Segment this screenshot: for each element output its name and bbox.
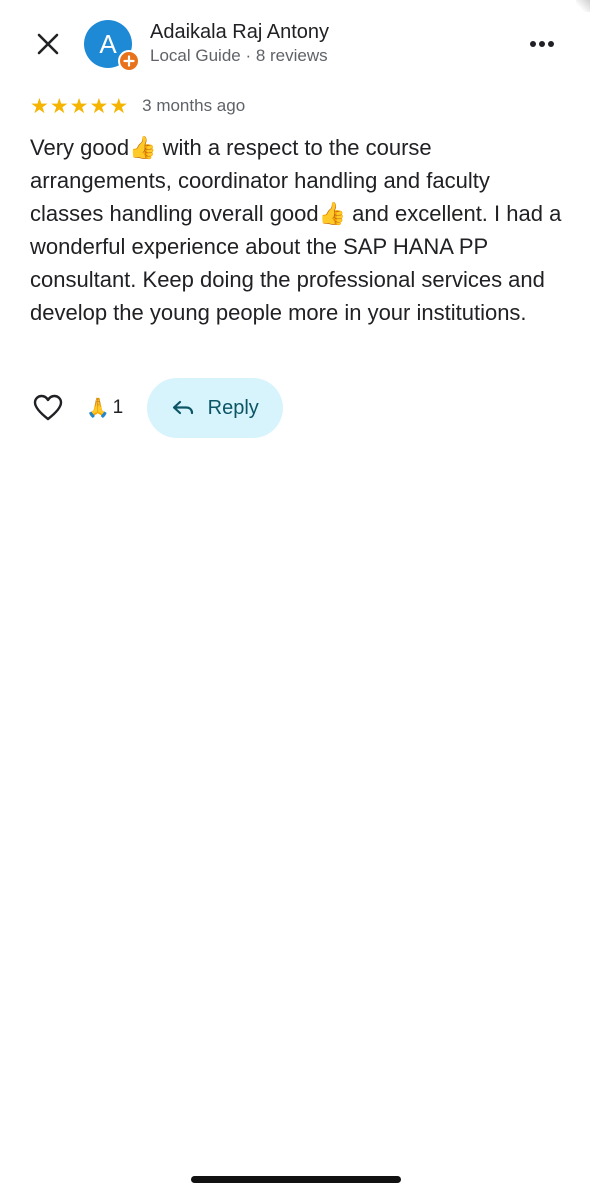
- more-vert-icon: [530, 41, 554, 47]
- review-header: A Adaikala Raj Antony Local Guide · 8 re…: [0, 0, 590, 90]
- review-text-part-1: Very good: [30, 135, 130, 160]
- reaction-summary[interactable]: 🙏 1: [86, 396, 123, 420]
- close-icon: [37, 33, 59, 55]
- thumbs-up-emoji: 👍: [129, 135, 157, 160]
- author-name[interactable]: Adaikala Raj Antony: [150, 21, 329, 44]
- more-options-button[interactable]: [520, 28, 564, 60]
- review-text: Very good👍 with a respect to the course …: [30, 131, 566, 329]
- review-age: 3 months ago: [142, 96, 246, 115]
- local-guide-badge-icon: [118, 50, 140, 72]
- close-button[interactable]: [28, 24, 68, 64]
- thumbs-up-emoji: 👍: [318, 201, 347, 226]
- star-icon: ★: [69, 94, 89, 118]
- reply-label: Reply: [207, 396, 259, 419]
- reply-arrow-icon: [172, 400, 193, 415]
- star-icon: ★: [109, 94, 129, 118]
- reaction-count: 1: [112, 397, 124, 418]
- avatar-initial: A: [99, 28, 117, 59]
- screen-corner: [576, 0, 590, 12]
- review-actions: 🙏 1 Reply: [28, 378, 284, 438]
- home-indicator[interactable]: [191, 1176, 401, 1183]
- rating-row: ★ ★ ★ ★ ★ 3 months ago: [30, 92, 245, 120]
- pray-emoji: 🙏: [86, 398, 110, 419]
- star-rating: ★ ★ ★ ★ ★: [30, 96, 128, 117]
- heart-outline-icon: [33, 394, 63, 421]
- like-button[interactable]: [28, 388, 68, 428]
- reply-button[interactable]: Reply: [147, 378, 284, 438]
- star-icon: ★: [49, 94, 69, 118]
- star-icon: ★: [89, 94, 109, 118]
- author-meta: Local Guide · 8 reviews: [150, 46, 328, 65]
- star-icon: ★: [30, 94, 49, 118]
